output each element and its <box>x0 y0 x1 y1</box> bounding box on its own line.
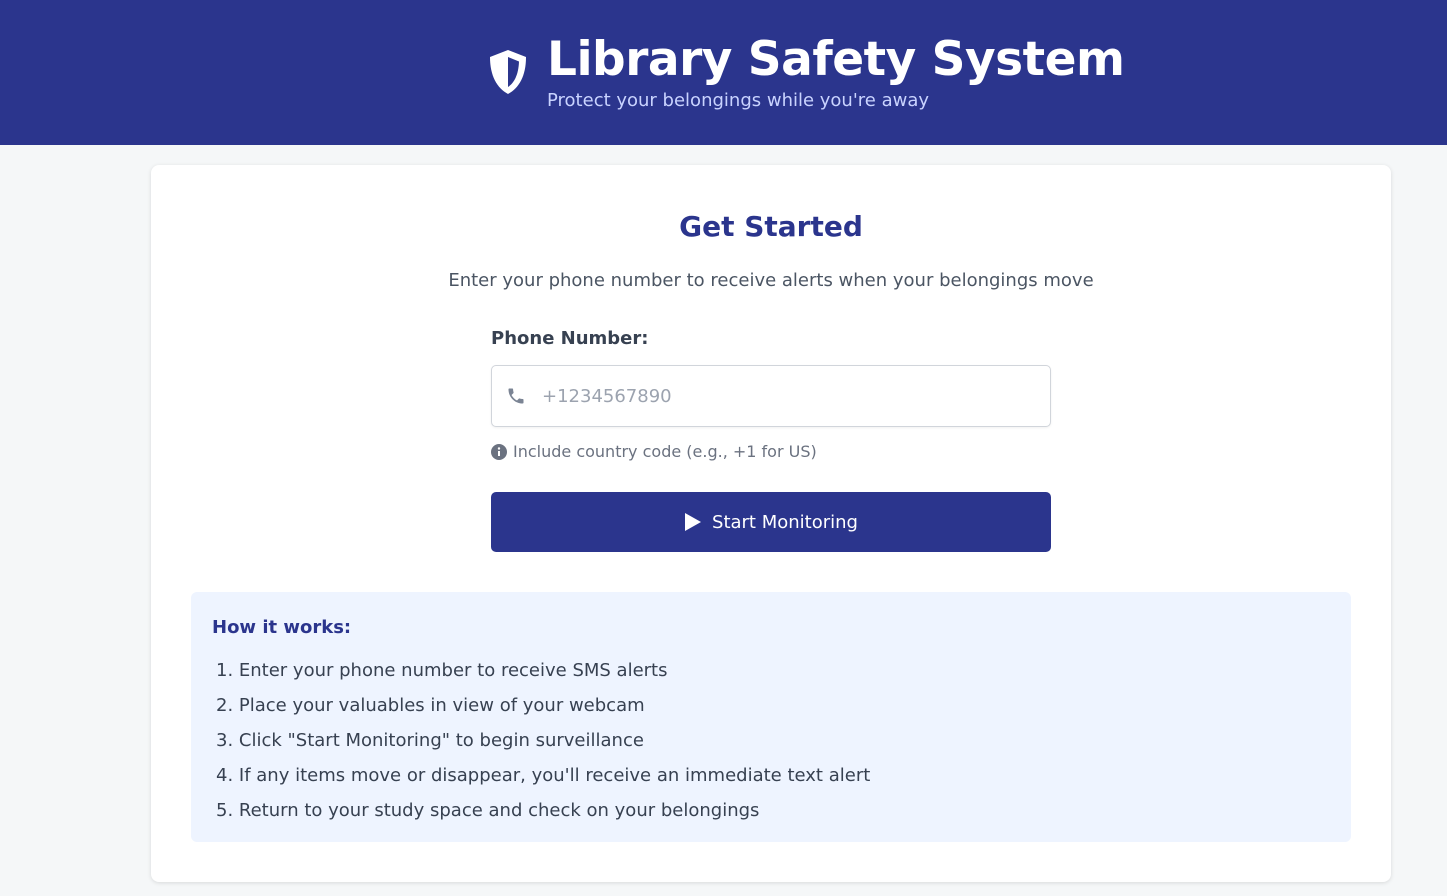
info-icon <box>491 444 507 460</box>
phone-hint-text: Include country code (e.g., +1 for US) <box>513 442 817 461</box>
app-title: Library Safety System <box>547 32 1125 87</box>
how-it-works-title: How it works: <box>212 617 352 638</box>
phone-form: Phone Number: Include country code (e.g.… <box>491 327 1051 463</box>
play-icon <box>685 513 702 531</box>
start-monitoring-label: Start Monitoring <box>712 511 858 533</box>
header-brand: Library Safety System Protect your belon… <box>487 30 1125 112</box>
header-title-block: Library Safety System Protect your belon… <box>547 30 1125 112</box>
start-monitoring-button[interactable]: Start Monitoring <box>491 492 1051 552</box>
card-title: Get Started <box>679 210 863 243</box>
list-item: 5. Return to your study space and check … <box>216 800 760 821</box>
list-item: 3. Click "Start Monitoring" to begin sur… <box>216 730 644 751</box>
phone-number-input[interactable] <box>542 366 1042 426</box>
how-it-works-box: How it works: 1. Enter your phone number… <box>191 592 1351 842</box>
phone-icon <box>508 388 524 404</box>
get-started-card: Get Started Enter your phone number to r… <box>151 165 1391 882</box>
shield-icon <box>490 50 526 94</box>
phone-hint: Include country code (e.g., +1 for US) <box>491 441 1051 463</box>
phone-input-wrapper[interactable] <box>491 365 1051 427</box>
list-item: 4. If any items move or disappear, you'l… <box>216 765 871 786</box>
app-subtitle: Protect your belongings while you're awa… <box>547 90 930 111</box>
list-item: 1. Enter your phone number to receive SM… <box>216 660 668 681</box>
phone-number-label: Phone Number: <box>491 328 649 349</box>
list-item: 2. Place your valuables in view of your … <box>216 695 645 716</box>
card-description: Enter your phone number to receive alert… <box>448 270 1094 291</box>
how-it-works-steps: 1. Enter your phone number to receive SM… <box>216 653 870 828</box>
app-header: Library Safety System Protect your belon… <box>0 0 1447 145</box>
